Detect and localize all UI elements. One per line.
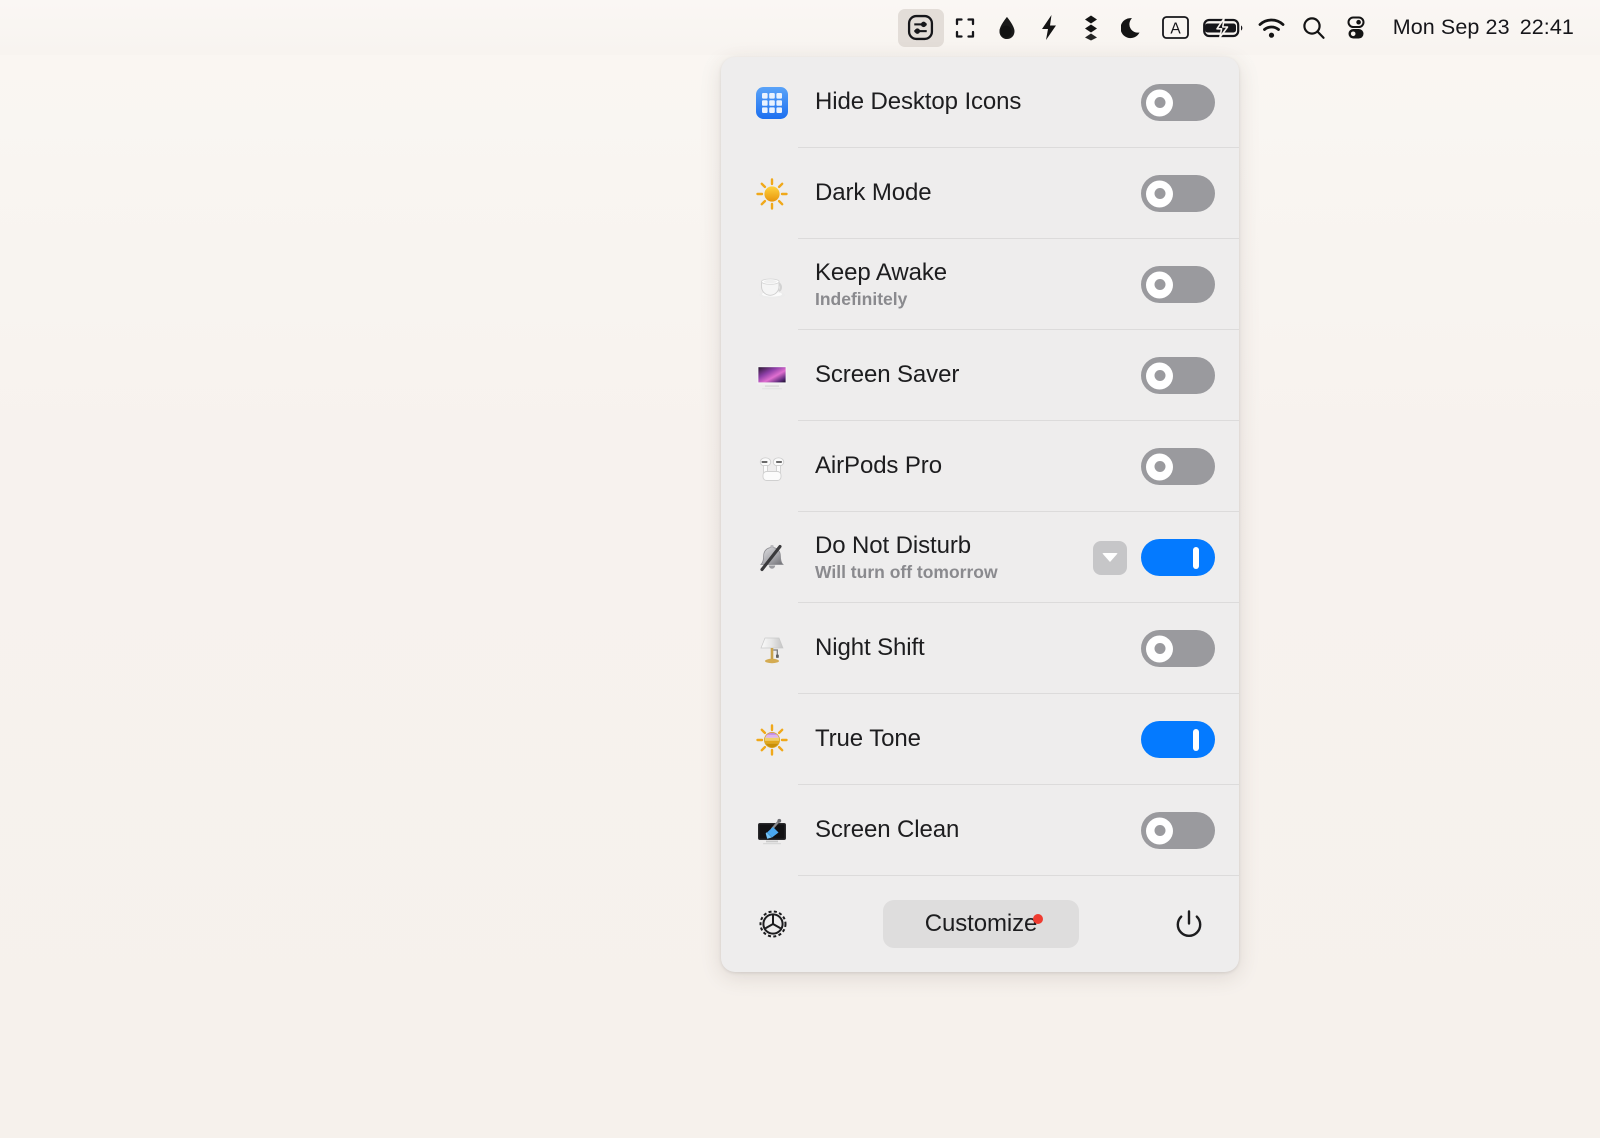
moon-icon [1121, 15, 1145, 41]
fullscreen-arrows-icon [952, 15, 978, 41]
toggle-knob [1146, 635, 1173, 662]
toggle-knob [1146, 271, 1173, 298]
toggle-knob [1146, 180, 1173, 207]
row-subtitle: Indefinitely [815, 290, 1141, 309]
bell-slash-icon [749, 535, 795, 581]
row-text: Keep Awake Indefinitely [815, 260, 1141, 309]
row-screen-saver[interactable]: Screen Saver [721, 330, 1239, 421]
toggle-do-not-disturb[interactable] [1141, 539, 1215, 576]
customize-badge-dot [1033, 914, 1043, 924]
row-subtitle: Will turn off tomorrow [815, 563, 1093, 582]
search-icon [1301, 15, 1327, 41]
toggle-screen-clean[interactable] [1141, 812, 1215, 849]
row-hide-desktop-icons[interactable]: Hide Desktop Icons [721, 57, 1239, 148]
row-night-shift[interactable]: Night Shift [721, 603, 1239, 694]
wifi-icon [1257, 16, 1286, 40]
menubar-icon-fullscreen-arrows[interactable] [944, 8, 986, 48]
dnd-dropdown-button[interactable] [1093, 541, 1127, 575]
menubar-icon-contrast-droplet[interactable] [986, 8, 1028, 48]
menubar-icon-control-center[interactable] [1335, 8, 1377, 48]
droplet-icon [995, 15, 1019, 41]
bolt-icon [1039, 14, 1059, 41]
menubar-clock[interactable]: Mon Sep 23 22:41 [1377, 15, 1574, 40]
gear-icon [752, 903, 794, 945]
row-text: True Tone [815, 726, 1141, 753]
row-text: Do Not Disturb Will turn off tomorrow [815, 533, 1093, 582]
menubar-icon-bolt[interactable] [1028, 8, 1070, 48]
row-screen-clean[interactable]: Screen Clean [721, 785, 1239, 876]
row-title: True Tone [815, 726, 1141, 753]
row-title: Dark Mode [815, 180, 1141, 207]
striped-sun-icon [749, 717, 795, 763]
toggle-knob [1146, 89, 1173, 116]
toggle-knob [1146, 453, 1173, 480]
menubar-icon-one-switch-sliders[interactable] [898, 9, 944, 47]
row-text: Dark Mode [815, 180, 1141, 207]
row-text: Hide Desktop Icons [815, 89, 1141, 116]
row-title: Hide Desktop Icons [815, 89, 1141, 116]
customize-button[interactable]: Customize [883, 900, 1079, 948]
row-text: Screen Clean [815, 817, 1141, 844]
toggle-hide-desktop-icons[interactable] [1141, 84, 1215, 121]
menubar-icon-battery-charging[interactable] [1197, 8, 1251, 48]
toggle-knob [1146, 817, 1173, 844]
row-title: Screen Saver [815, 362, 1141, 389]
lamp-icon [749, 626, 795, 672]
row-divider [798, 875, 1239, 876]
row-title: Night Shift [815, 635, 1141, 662]
toggle-knob [1146, 362, 1173, 389]
row-text: Screen Saver [815, 362, 1141, 389]
clock-time: 22:41 [1520, 15, 1574, 39]
control-center-icon [1345, 15, 1367, 41]
letter-a-box-icon: A [1160, 14, 1191, 41]
menubar-icon-dropbox[interactable] [1070, 8, 1112, 48]
clock-date: Mon Sep 23 [1393, 15, 1510, 39]
row-text: AirPods Pro [815, 453, 1141, 480]
row-true-tone[interactable]: True Tone [721, 694, 1239, 785]
one-switch-panel: Hide Desktop Icons [721, 57, 1239, 972]
row-text: Night Shift [815, 635, 1141, 662]
panel-footer: Customize [721, 876, 1239, 972]
toggle-keep-awake[interactable] [1141, 266, 1215, 303]
toggle-airpods-pro[interactable] [1141, 448, 1215, 485]
svg-text:A: A [1170, 21, 1181, 38]
menubar-icon-keyboard-input[interactable]: A [1154, 8, 1197, 48]
row-title: AirPods Pro [815, 453, 1141, 480]
toggle-screen-saver[interactable] [1141, 357, 1215, 394]
battery-charging-icon [1203, 16, 1245, 40]
dropbox-icon [1079, 14, 1103, 41]
menu-bar: A Mon S [0, 0, 1600, 55]
settings-gear-button[interactable] [749, 900, 797, 948]
toggle-knob [1193, 547, 1199, 569]
row-title: Keep Awake [815, 260, 1141, 287]
menubar-icon-wifi[interactable] [1251, 8, 1293, 48]
display-broom-icon [749, 808, 795, 854]
sliders-icon [907, 14, 934, 41]
row-dark-mode[interactable]: Dark Mode [721, 148, 1239, 239]
sun-icon [749, 171, 795, 217]
customize-label: Customize [925, 910, 1037, 938]
chevron-down-icon [1102, 553, 1118, 562]
power-icon [1168, 903, 1210, 945]
display-aurora-icon [749, 353, 795, 399]
desktop-grid-icon [749, 80, 795, 126]
toggle-true-tone[interactable] [1141, 721, 1215, 758]
row-title: Do Not Disturb [815, 533, 1093, 560]
menubar-icon-moon[interactable] [1112, 8, 1154, 48]
row-airpods-pro[interactable]: AirPods Pro [721, 421, 1239, 512]
row-do-not-disturb[interactable]: Do Not Disturb Will turn off tomorrow [721, 512, 1239, 603]
row-keep-awake[interactable]: Keep Awake Indefinitely [721, 239, 1239, 330]
power-button[interactable] [1165, 900, 1213, 948]
coffee-cup-icon [749, 262, 795, 308]
menubar-icon-spotlight-search[interactable] [1293, 8, 1335, 48]
row-title: Screen Clean [815, 817, 1141, 844]
toggle-dark-mode[interactable] [1141, 175, 1215, 212]
airpods-icon [749, 444, 795, 490]
toggle-night-shift[interactable] [1141, 630, 1215, 667]
toggle-knob [1193, 729, 1199, 751]
